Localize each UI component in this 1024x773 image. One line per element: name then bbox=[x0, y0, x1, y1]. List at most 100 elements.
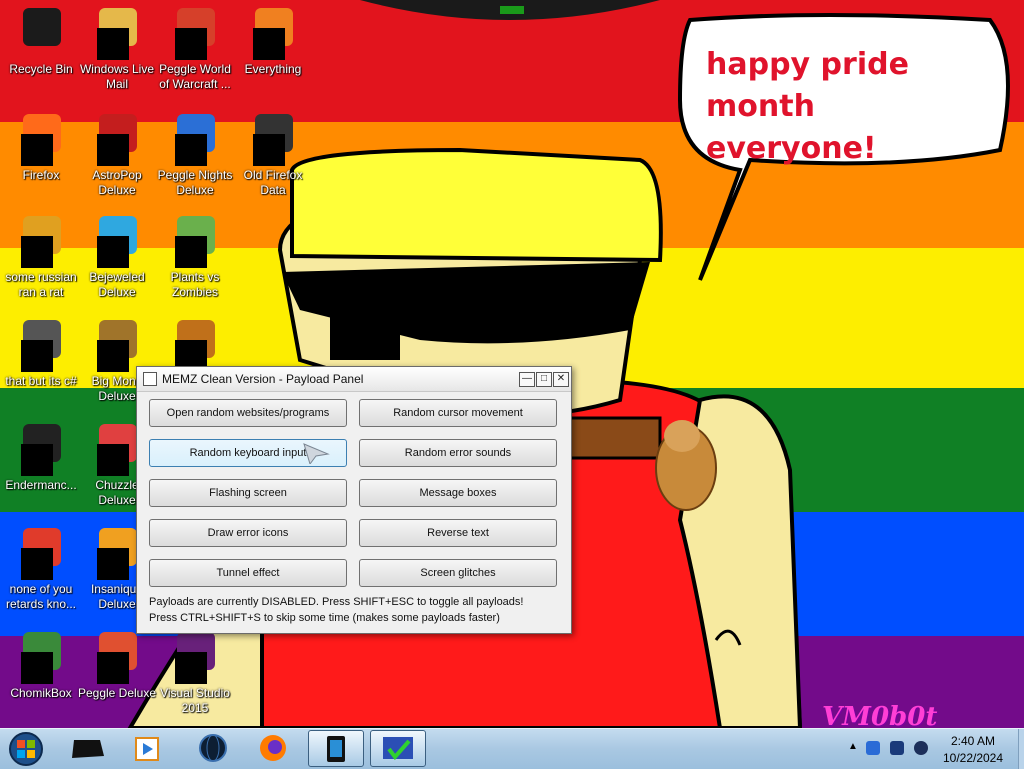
clock-time[interactable]: 2:40 AM bbox=[930, 734, 1016, 748]
random-error-sounds-button[interactable]: Random error sounds bbox=[359, 439, 557, 467]
insaniquarium-deluxe-icon bbox=[93, 526, 141, 580]
random-keyboard-input-label: Random keyboard input bbox=[189, 447, 307, 459]
bejeweled-deluxe-icon bbox=[93, 214, 141, 268]
bubble-line-2: everyone! bbox=[706, 131, 877, 166]
desktop-icon-peggle-nights-deluxe[interactable]: Peggle Nights Deluxe bbox=[154, 112, 236, 198]
peggle-deluxe-icon bbox=[93, 630, 141, 684]
desktop-icon-label: Bejeweled Deluxe bbox=[89, 270, 145, 299]
redaction-box bbox=[97, 652, 129, 684]
desktop-icon-label: Plants vs Zombies bbox=[170, 270, 220, 299]
desktop-icon-astropop-deluxe[interactable]: AstroPop Deluxe bbox=[76, 112, 158, 198]
redaction-box bbox=[253, 134, 285, 166]
show-hidden-icons-button[interactable]: ▲ bbox=[848, 741, 858, 752]
taskbar-item-device[interactable] bbox=[308, 730, 364, 767]
maximize-button[interactable]: □ bbox=[536, 372, 552, 387]
screen-glitches-button[interactable]: Screen glitches bbox=[359, 559, 557, 587]
tunnel-effect-button[interactable]: Tunnel effect bbox=[149, 559, 347, 587]
recycle-bin-icon bbox=[17, 6, 65, 54]
redaction-box bbox=[253, 28, 285, 60]
recycle-bin-glyph bbox=[23, 8, 61, 46]
window-titlebar[interactable]: MEMZ Clean Version - Payload Panel — □ ✕ bbox=[137, 367, 571, 392]
everything-icon bbox=[249, 6, 297, 60]
old-firefox-data-icon bbox=[249, 112, 297, 166]
desktop-icon-label: none of you retards kno... bbox=[5, 582, 77, 611]
desktop-icon-peggle-deluxe[interactable]: Peggle Deluxe bbox=[76, 630, 158, 701]
memz-icon bbox=[383, 737, 413, 761]
taskbar-item-black-app[interactable] bbox=[60, 730, 116, 767]
chuzzle-deluxe-icon bbox=[93, 422, 141, 476]
desktop-icon-label: Visual Studio 2015 bbox=[160, 686, 230, 715]
start-button[interactable] bbox=[2, 730, 52, 768]
desktop-icon-plants-vs-zombies[interactable]: Plants vs Zombies bbox=[154, 214, 236, 300]
window-title: MEMZ Clean Version - Payload Panel bbox=[162, 372, 364, 386]
desktop-icon-label: Firefox bbox=[22, 168, 60, 182]
minimize-button[interactable]: — bbox=[519, 372, 535, 387]
desktop-icon-label: Old Firefox Data bbox=[243, 168, 303, 197]
taskbar-item-memz[interactable] bbox=[370, 730, 426, 767]
taskbar: ▲ 2:40 AM 10/22/2024 bbox=[0, 728, 1024, 769]
peggle-nights-deluxe-icon bbox=[171, 112, 219, 166]
firefox-icon bbox=[17, 112, 65, 166]
desktop-icon-bejeweled-deluxe[interactable]: Bejeweled Deluxe bbox=[76, 214, 158, 300]
show-desktop-button[interactable] bbox=[1018, 729, 1024, 769]
desktop-icon-chomikbox[interactable]: ChomikBox bbox=[0, 630, 82, 701]
network-icon[interactable] bbox=[866, 741, 880, 755]
desktop-icon-label: Peggle Nights Deluxe bbox=[157, 168, 233, 197]
peggle-world-of-warcraft-icon bbox=[171, 6, 219, 60]
redaction-box bbox=[21, 548, 53, 580]
volume-icon[interactable] bbox=[914, 741, 928, 755]
desktop-icon-everything[interactable]: Everything bbox=[232, 6, 314, 77]
desktop-icon-firefox[interactable]: Firefox bbox=[0, 112, 82, 183]
draw-error-icons-button[interactable]: Draw error icons bbox=[149, 519, 347, 547]
close-button[interactable]: ✕ bbox=[553, 372, 569, 387]
desktop-icon-label: Windows Live Mail bbox=[79, 62, 155, 91]
taskbar-item-media-player[interactable] bbox=[120, 730, 176, 767]
window-app-icon bbox=[143, 372, 157, 386]
random-keyboard-input-button[interactable]: Random keyboard input bbox=[149, 439, 347, 467]
device-icon bbox=[327, 736, 345, 762]
none-of-you-retards-icon bbox=[17, 526, 65, 580]
redaction-box bbox=[21, 652, 53, 684]
reverse-text-button[interactable]: Reverse text bbox=[359, 519, 557, 547]
desktop-icon-endermanc[interactable]: Endermanc... bbox=[0, 422, 82, 493]
watermark-text: VM0b0t bbox=[822, 702, 938, 728]
open-random-websites-button[interactable]: Open random websites/programs bbox=[149, 399, 347, 427]
desktop-icon-recycle-bin[interactable]: Recycle Bin bbox=[0, 6, 82, 77]
firefox-icon bbox=[260, 735, 286, 761]
cursor-arrow-icon bbox=[303, 443, 330, 464]
desktop-icon-label: Endermanc... bbox=[5, 478, 77, 492]
flashing-screen-button[interactable]: Flashing screen bbox=[149, 479, 347, 507]
desktop-icon-label: that but its c# bbox=[5, 374, 77, 388]
redaction-box bbox=[21, 236, 53, 268]
message-boxes-button[interactable]: Message boxes bbox=[359, 479, 557, 507]
black-box-icon bbox=[72, 740, 104, 758]
desktop-icon-windows-live-mail[interactable]: Windows Live Mail bbox=[76, 6, 158, 92]
clock-date[interactable]: 10/22/2024 bbox=[930, 751, 1016, 765]
redaction-box bbox=[97, 134, 129, 166]
desktop-icon-old-firefox-data[interactable]: Old Firefox Data bbox=[232, 112, 314, 198]
desktop-icon-that-but-its-csharp[interactable]: that but its c# bbox=[0, 318, 82, 389]
redaction-box bbox=[97, 236, 129, 268]
memz-payload-panel-window[interactable]: MEMZ Clean Version - Payload Panel — □ ✕… bbox=[136, 366, 572, 634]
redaction-box bbox=[97, 28, 129, 60]
desktop-icon-label: Recycle Bin bbox=[9, 62, 73, 76]
redaction-box bbox=[97, 444, 129, 476]
redaction-box bbox=[175, 28, 207, 60]
status-line-2: Press CTRL+SHIFT+S to skip some time (ma… bbox=[149, 612, 500, 624]
desktop-icon-some-russian-ran-a-rat[interactable]: some russian ran a rat bbox=[0, 214, 82, 300]
some-russian-ran-a-rat-icon bbox=[17, 214, 65, 268]
desktop-icon-label: some russian ran a rat bbox=[5, 270, 77, 299]
redaction-box bbox=[97, 548, 129, 580]
windows-orb-icon bbox=[9, 732, 43, 766]
redaction-box bbox=[97, 340, 129, 372]
desktop-icon-visual-studio-2015[interactable]: Visual Studio 2015 bbox=[154, 630, 236, 716]
desktop-icon-peggle-world-of-warcraft[interactable]: Peggle World of Warcraft ... bbox=[154, 6, 236, 92]
taskbar-item-globe[interactable] bbox=[185, 730, 241, 767]
desktop-icon-none-of-you-retards[interactable]: none of you retards kno... bbox=[0, 526, 82, 612]
taskbar-item-firefox[interactable] bbox=[245, 730, 301, 767]
visual-studio-2015-icon bbox=[171, 630, 219, 684]
desktop-icon-label: AstroPop Deluxe bbox=[92, 168, 142, 197]
redaction-box bbox=[175, 236, 207, 268]
random-cursor-movement-button[interactable]: Random cursor movement bbox=[359, 399, 557, 427]
action-center-icon[interactable] bbox=[890, 741, 904, 755]
